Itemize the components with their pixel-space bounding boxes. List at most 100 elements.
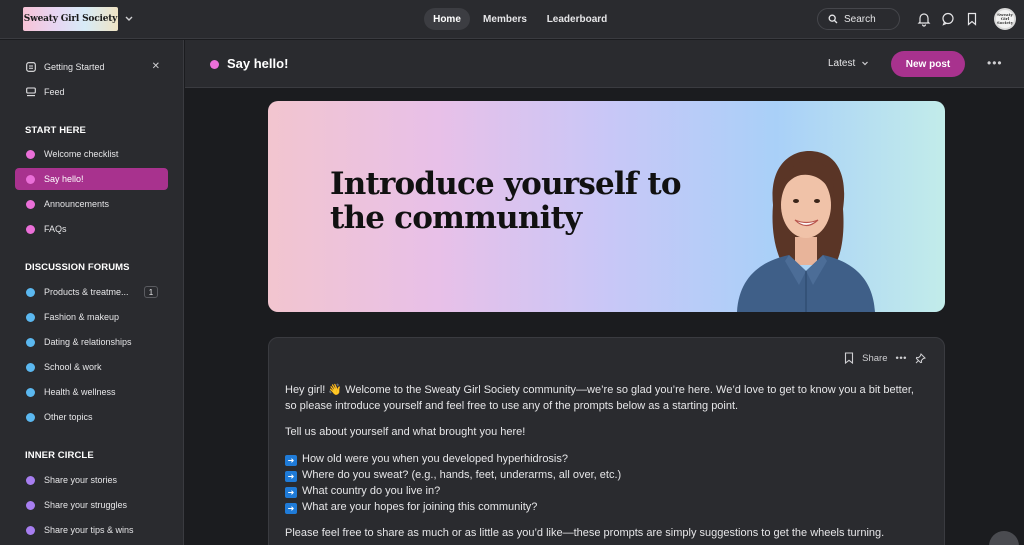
space-dot-icon [26, 174, 35, 184]
sidebar-item-getting-started[interactable]: Getting Started ✕ [15, 56, 168, 78]
sidebar-item-label: Share your struggles [44, 500, 128, 510]
sidebar-item-announcements[interactable]: Announcements [15, 193, 168, 215]
post-card: Share ••• Hey girl! 👋 Welcome to the Swe… [268, 337, 945, 545]
search-label: Search [844, 13, 876, 25]
space-dot-icon [26, 337, 35, 347]
banner-title: Introduce yourself to the community [330, 166, 682, 236]
sidebar-item-health-wellness[interactable]: Health & wellness [15, 381, 168, 403]
sidebar-item-other-topics[interactable]: Other topics [15, 406, 168, 428]
post-question-text: How old were you when you developed hype… [302, 453, 568, 465]
post-question-text: What are your hopes for joining this com… [302, 501, 538, 513]
sidebar: Getting Started ✕ Feed START HERE Welcom… [0, 40, 184, 545]
new-post-label: New post [905, 58, 951, 70]
nav-home-label: Home [433, 13, 461, 25]
sidebar-item-share-tips-wins[interactable]: Share your tips & wins [15, 519, 168, 541]
space-header: Say hello! Latest New post ••• [185, 40, 1024, 88]
post-question: ➜ What are your hopes for joining this co… [285, 499, 915, 515]
space-dot-icon [26, 412, 35, 422]
sidebar-item-label: Share your tips & wins [44, 525, 134, 535]
sidebar-item-label: Other topics [44, 412, 93, 422]
post-question: ➜ Where do you sweat? (e.g., hands, feet,… [285, 467, 915, 483]
space-dot-icon [26, 149, 35, 159]
post-prompt-text: Tell us about yourself and what brought … [285, 426, 526, 438]
post-closing-text: Please feel free to share as much or as … [285, 527, 885, 539]
sidebar-item-label: Getting Started [44, 62, 105, 72]
nav-home[interactable]: Home [424, 8, 470, 30]
sidebar-item-dating-relationships[interactable]: Dating & relationships [15, 331, 168, 353]
chevron-down-icon[interactable] [861, 59, 869, 69]
space-banner: Introduce yourself to the community [268, 101, 945, 312]
nav-leaderboard-label: Leaderboard [546, 13, 608, 25]
nav-members-label: Members [483, 13, 527, 25]
sidebar-item-label: School & work [44, 362, 102, 372]
arrow-right-icon: ➜ [285, 471, 297, 482]
sidebar-item-label: Say hello! [44, 174, 84, 184]
sidebar-item-faqs[interactable]: FAQs [15, 218, 168, 240]
space-dot-icon [26, 287, 35, 297]
sidebar-item-label: Products & treatme... [44, 287, 129, 297]
sidebar-item-say-hello[interactable]: Say hello! [15, 168, 168, 190]
nav-members[interactable]: Members [478, 8, 532, 30]
sidebar-item-label: FAQs [44, 224, 67, 234]
bell-icon[interactable] [917, 11, 931, 27]
sidebar-item-welcome-checklist[interactable]: Welcome checklist [15, 143, 168, 165]
scroll-to-top-button[interactable] [989, 531, 1019, 545]
more-options-icon[interactable]: ••• [987, 56, 1003, 70]
section-heading-inner-circle: INNER CIRCLE [25, 450, 94, 461]
checklist-icon [26, 62, 36, 72]
search-icon [828, 14, 838, 24]
space-dot-icon [26, 525, 35, 535]
arrow-right-icon: ➜ [285, 455, 297, 466]
space-dot-icon [26, 500, 35, 510]
sidebar-item-share-struggles[interactable]: Share your struggles [15, 494, 168, 516]
arrow-right-icon: ➜ [285, 503, 297, 514]
section-heading-start-here: START HERE [25, 125, 86, 136]
space-dot-icon [26, 387, 35, 397]
arrow-right-icon: ➜ [285, 487, 297, 498]
sidebar-item-label: Dating & relationships [44, 337, 132, 347]
sort-dropdown[interactable]: Latest [828, 58, 855, 69]
space-dot-icon [26, 224, 35, 234]
nav-leaderboard[interactable]: Leaderboard [542, 8, 612, 30]
logo-text: Sweaty Girl Society [23, 14, 118, 24]
space-dot-icon [26, 475, 35, 485]
sidebar-item-label: Health & wellness [44, 387, 116, 397]
post-question: ➜ How old were you when you developed hyp… [285, 451, 915, 467]
page-title: Say hello! [227, 56, 289, 71]
post-actions: Share ••• [844, 352, 926, 364]
more-options-icon[interactable]: ••• [896, 353, 907, 364]
space-dot-icon [26, 362, 35, 372]
woman-portrait-image [737, 151, 875, 312]
post-question: ➜ What country do you live in? [285, 483, 915, 499]
post-intro-text: Hey girl! 👋 Welcome to the Sweaty Girl S… [285, 384, 914, 412]
chat-icon[interactable] [941, 11, 955, 27]
top-bar: Sweaty Girl Society Home Members Leaderb… [0, 0, 1024, 39]
sidebar-item-share-stories[interactable]: Share your stories [15, 469, 168, 491]
community-logo[interactable]: Sweaty Girl Society [23, 7, 118, 31]
sidebar-item-products-treatments[interactable]: Products & treatme... 1 [15, 281, 168, 303]
sidebar-item-label: Share your stories [44, 475, 118, 485]
bookmark-icon[interactable] [844, 352, 854, 364]
sidebar-item-label: Welcome checklist [44, 149, 119, 159]
chevron-down-icon[interactable] [124, 12, 134, 26]
bookmark-icon[interactable] [965, 11, 979, 27]
new-post-button[interactable]: New post [891, 51, 965, 77]
post-question-text: What country do you live in? [302, 485, 441, 497]
pin-icon[interactable] [915, 352, 926, 364]
search-button[interactable]: Search [817, 8, 900, 30]
share-button[interactable]: Share [862, 353, 887, 364]
space-dot-icon [26, 199, 35, 209]
sidebar-item-feed[interactable]: Feed [15, 81, 168, 103]
sidebar-item-fashion-makeup[interactable]: Fashion & makeup [15, 306, 168, 328]
post-question-text: Where do you sweat? (e.g., hands, feet, … [302, 469, 622, 481]
sidebar-item-school-work[interactable]: School & work [15, 356, 168, 378]
sidebar-item-label: Announcements [44, 199, 110, 209]
sidebar-item-label: Feed [44, 87, 65, 97]
sidebar-item-label: Fashion & makeup [44, 312, 120, 322]
avatar[interactable]: Sweaty Girl Society [994, 8, 1016, 30]
space-dot-icon [26, 312, 35, 322]
close-icon[interactable]: ✕ [152, 61, 160, 72]
avatar-text: Sweaty Girl Society [996, 12, 1014, 25]
section-heading-discussion-forums: DISCUSSION FORUMS [25, 262, 130, 273]
feed-icon [26, 87, 36, 97]
